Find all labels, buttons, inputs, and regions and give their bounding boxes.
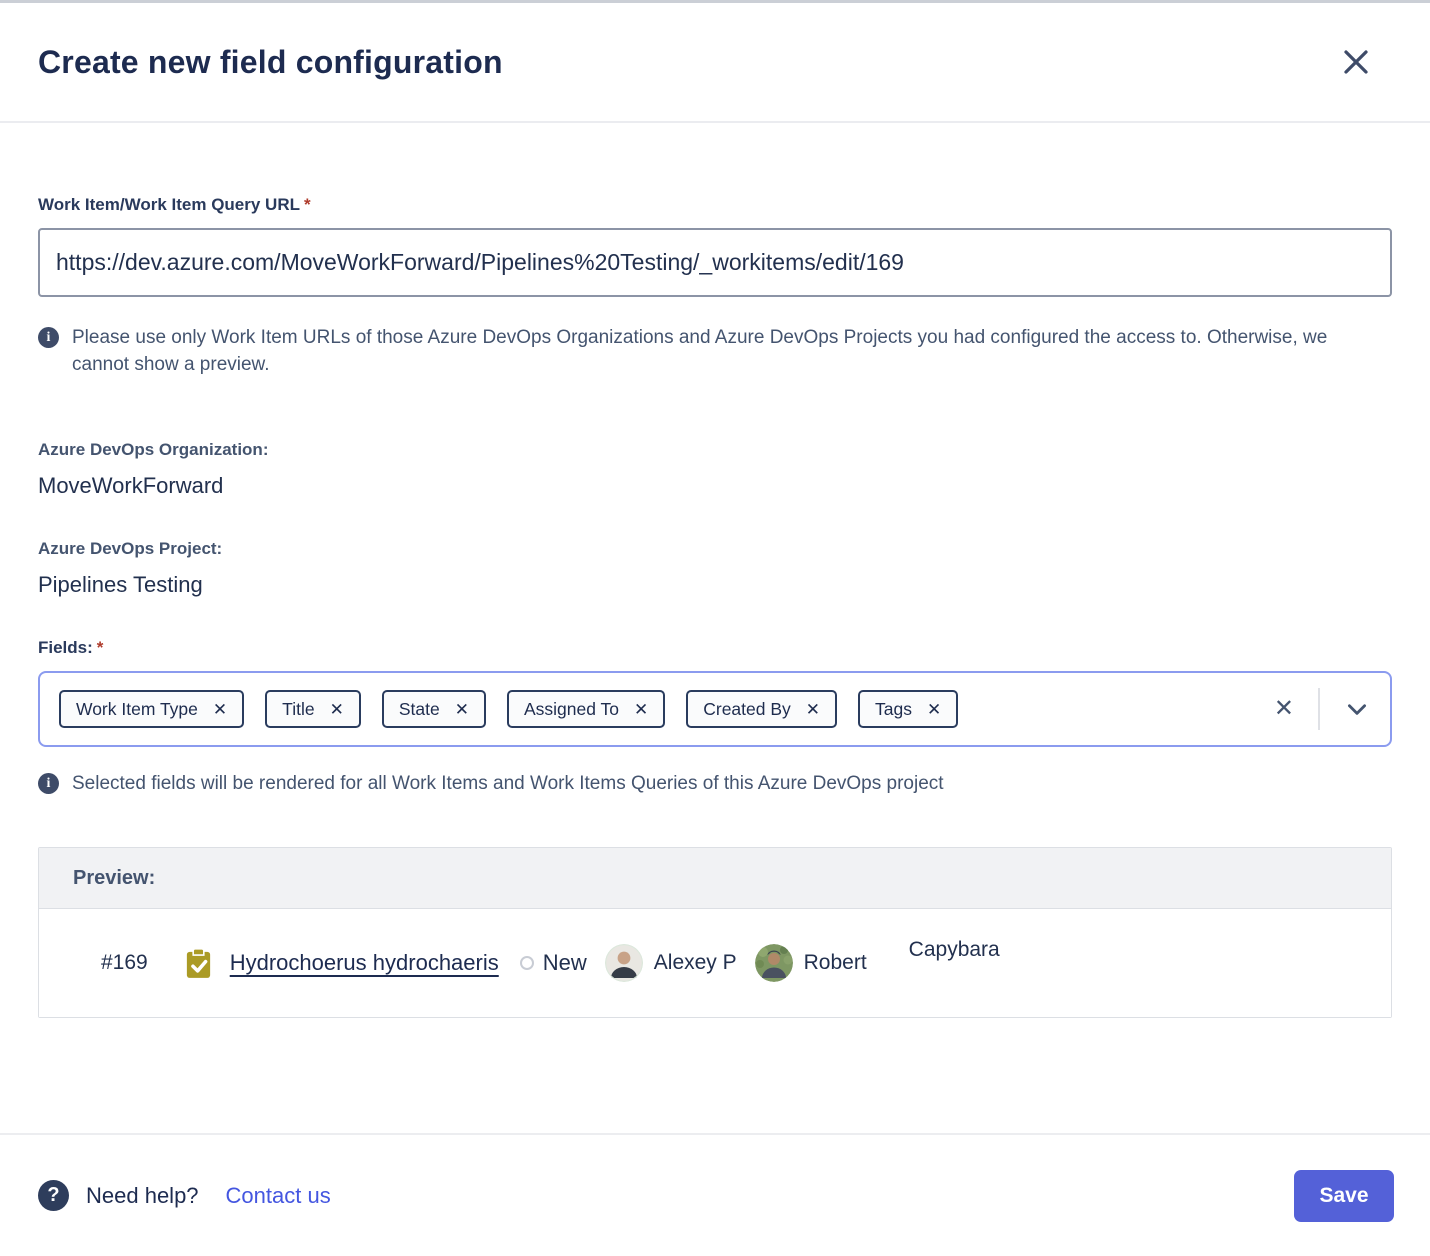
work-item-state: New	[520, 950, 587, 976]
field-chip-label: Title	[282, 699, 314, 720]
preview-box: Preview: #169 Hydrochoerus hydrochaeris …	[38, 847, 1392, 1018]
task-clipboard-icon	[185, 948, 212, 979]
need-help-text: Need help?	[86, 1183, 199, 1209]
state-circle-icon	[520, 956, 534, 970]
work-item-title-link[interactable]: Hydrochoerus hydrochaeris	[230, 950, 499, 976]
remove-field-icon[interactable]: ✕	[927, 701, 941, 718]
field-chip-label: Assigned To	[524, 699, 619, 720]
avatar	[605, 944, 643, 982]
work-item-url-input[interactable]	[38, 228, 1392, 297]
work-item-preview-row: #169 Hydrochoerus hydrochaeris New	[39, 909, 1391, 1017]
assigned-to-name: Alexey P	[654, 951, 737, 975]
info-icon: i	[38, 327, 59, 348]
url-note-text: Please use only Work Item URLs of those …	[72, 324, 1372, 378]
url-info-note: i Please use only Work Item URLs of thos…	[38, 324, 1392, 378]
contact-us-link[interactable]: Contact us	[226, 1183, 331, 1209]
remove-field-icon[interactable]: ✕	[330, 701, 344, 718]
url-field-label-text: Work Item/Work Item Query URL	[38, 195, 300, 214]
field-chip: Tags ✕	[858, 690, 958, 728]
field-chip-label: State	[399, 699, 440, 720]
required-asterisk: *	[97, 638, 104, 657]
field-chip: Assigned To ✕	[507, 690, 665, 728]
fields-label: Fields:*	[38, 638, 1392, 658]
save-button[interactable]: Save	[1294, 1170, 1394, 1222]
close-icon	[1341, 47, 1371, 77]
fields-multiselect[interactable]: Work Item Type✕Title✕State✕Assigned To✕C…	[38, 671, 1392, 747]
multiselect-controls: ✕	[1274, 688, 1370, 730]
fields-info-note: i Selected fields will be rendered for a…	[38, 770, 1392, 797]
field-chip: Title ✕	[265, 690, 361, 728]
field-chip-label: Tags	[875, 699, 912, 720]
remove-field-icon[interactable]: ✕	[806, 701, 820, 718]
work-item-tags: Capybara	[909, 938, 1000, 962]
info-icon: i	[38, 773, 59, 794]
preview-title: Preview:	[73, 867, 155, 890]
fields-label-text: Fields:	[38, 638, 93, 657]
assigned-to-user: Alexey P	[605, 944, 737, 982]
dialog-title: Create new field configuration	[38, 44, 503, 81]
chevron-down-icon[interactable]	[1344, 696, 1370, 722]
field-chip-label: Work Item Type	[76, 699, 198, 720]
multiselect-divider	[1318, 688, 1320, 730]
created-by-user: Robert	[755, 944, 867, 982]
dialog-header: Create new field configuration	[0, 3, 1430, 123]
help-icon: ?	[38, 1180, 69, 1211]
fields-chip-list: Work Item Type✕Title✕State✕Assigned To✕C…	[59, 690, 958, 728]
created-by-name: Robert	[804, 951, 867, 975]
field-chip-label: Created By	[703, 699, 791, 720]
required-asterisk: *	[304, 195, 311, 214]
field-chip: State ✕	[382, 690, 486, 728]
dialog-body: Work Item/Work Item Query URL* i Please …	[0, 123, 1430, 1133]
organization-value: MoveWorkForward	[38, 473, 1392, 499]
url-field-label: Work Item/Work Item Query URL*	[38, 195, 1392, 215]
remove-field-icon[interactable]: ✕	[455, 701, 469, 718]
avatar	[755, 944, 793, 982]
work-item-id: #169	[101, 951, 148, 975]
state-label: New	[543, 950, 587, 976]
clear-all-icon[interactable]: ✕	[1274, 697, 1294, 721]
field-chip: Work Item Type ✕	[59, 690, 244, 728]
remove-field-icon[interactable]: ✕	[213, 701, 227, 718]
preview-header: Preview:	[39, 848, 1391, 909]
project-value: Pipelines Testing	[38, 572, 1392, 598]
project-label: Azure DevOps Project:	[38, 539, 1392, 559]
fields-note-text: Selected fields will be rendered for all…	[72, 770, 944, 797]
create-field-configuration-dialog: Create new field configuration Work Item…	[0, 0, 1430, 1256]
field-chip: Created By ✕	[686, 690, 837, 728]
close-button[interactable]	[1334, 40, 1378, 84]
remove-field-icon[interactable]: ✕	[634, 701, 648, 718]
organization-label: Azure DevOps Organization:	[38, 440, 1392, 460]
dialog-footer: ? Need help? Contact us Save	[0, 1133, 1430, 1256]
